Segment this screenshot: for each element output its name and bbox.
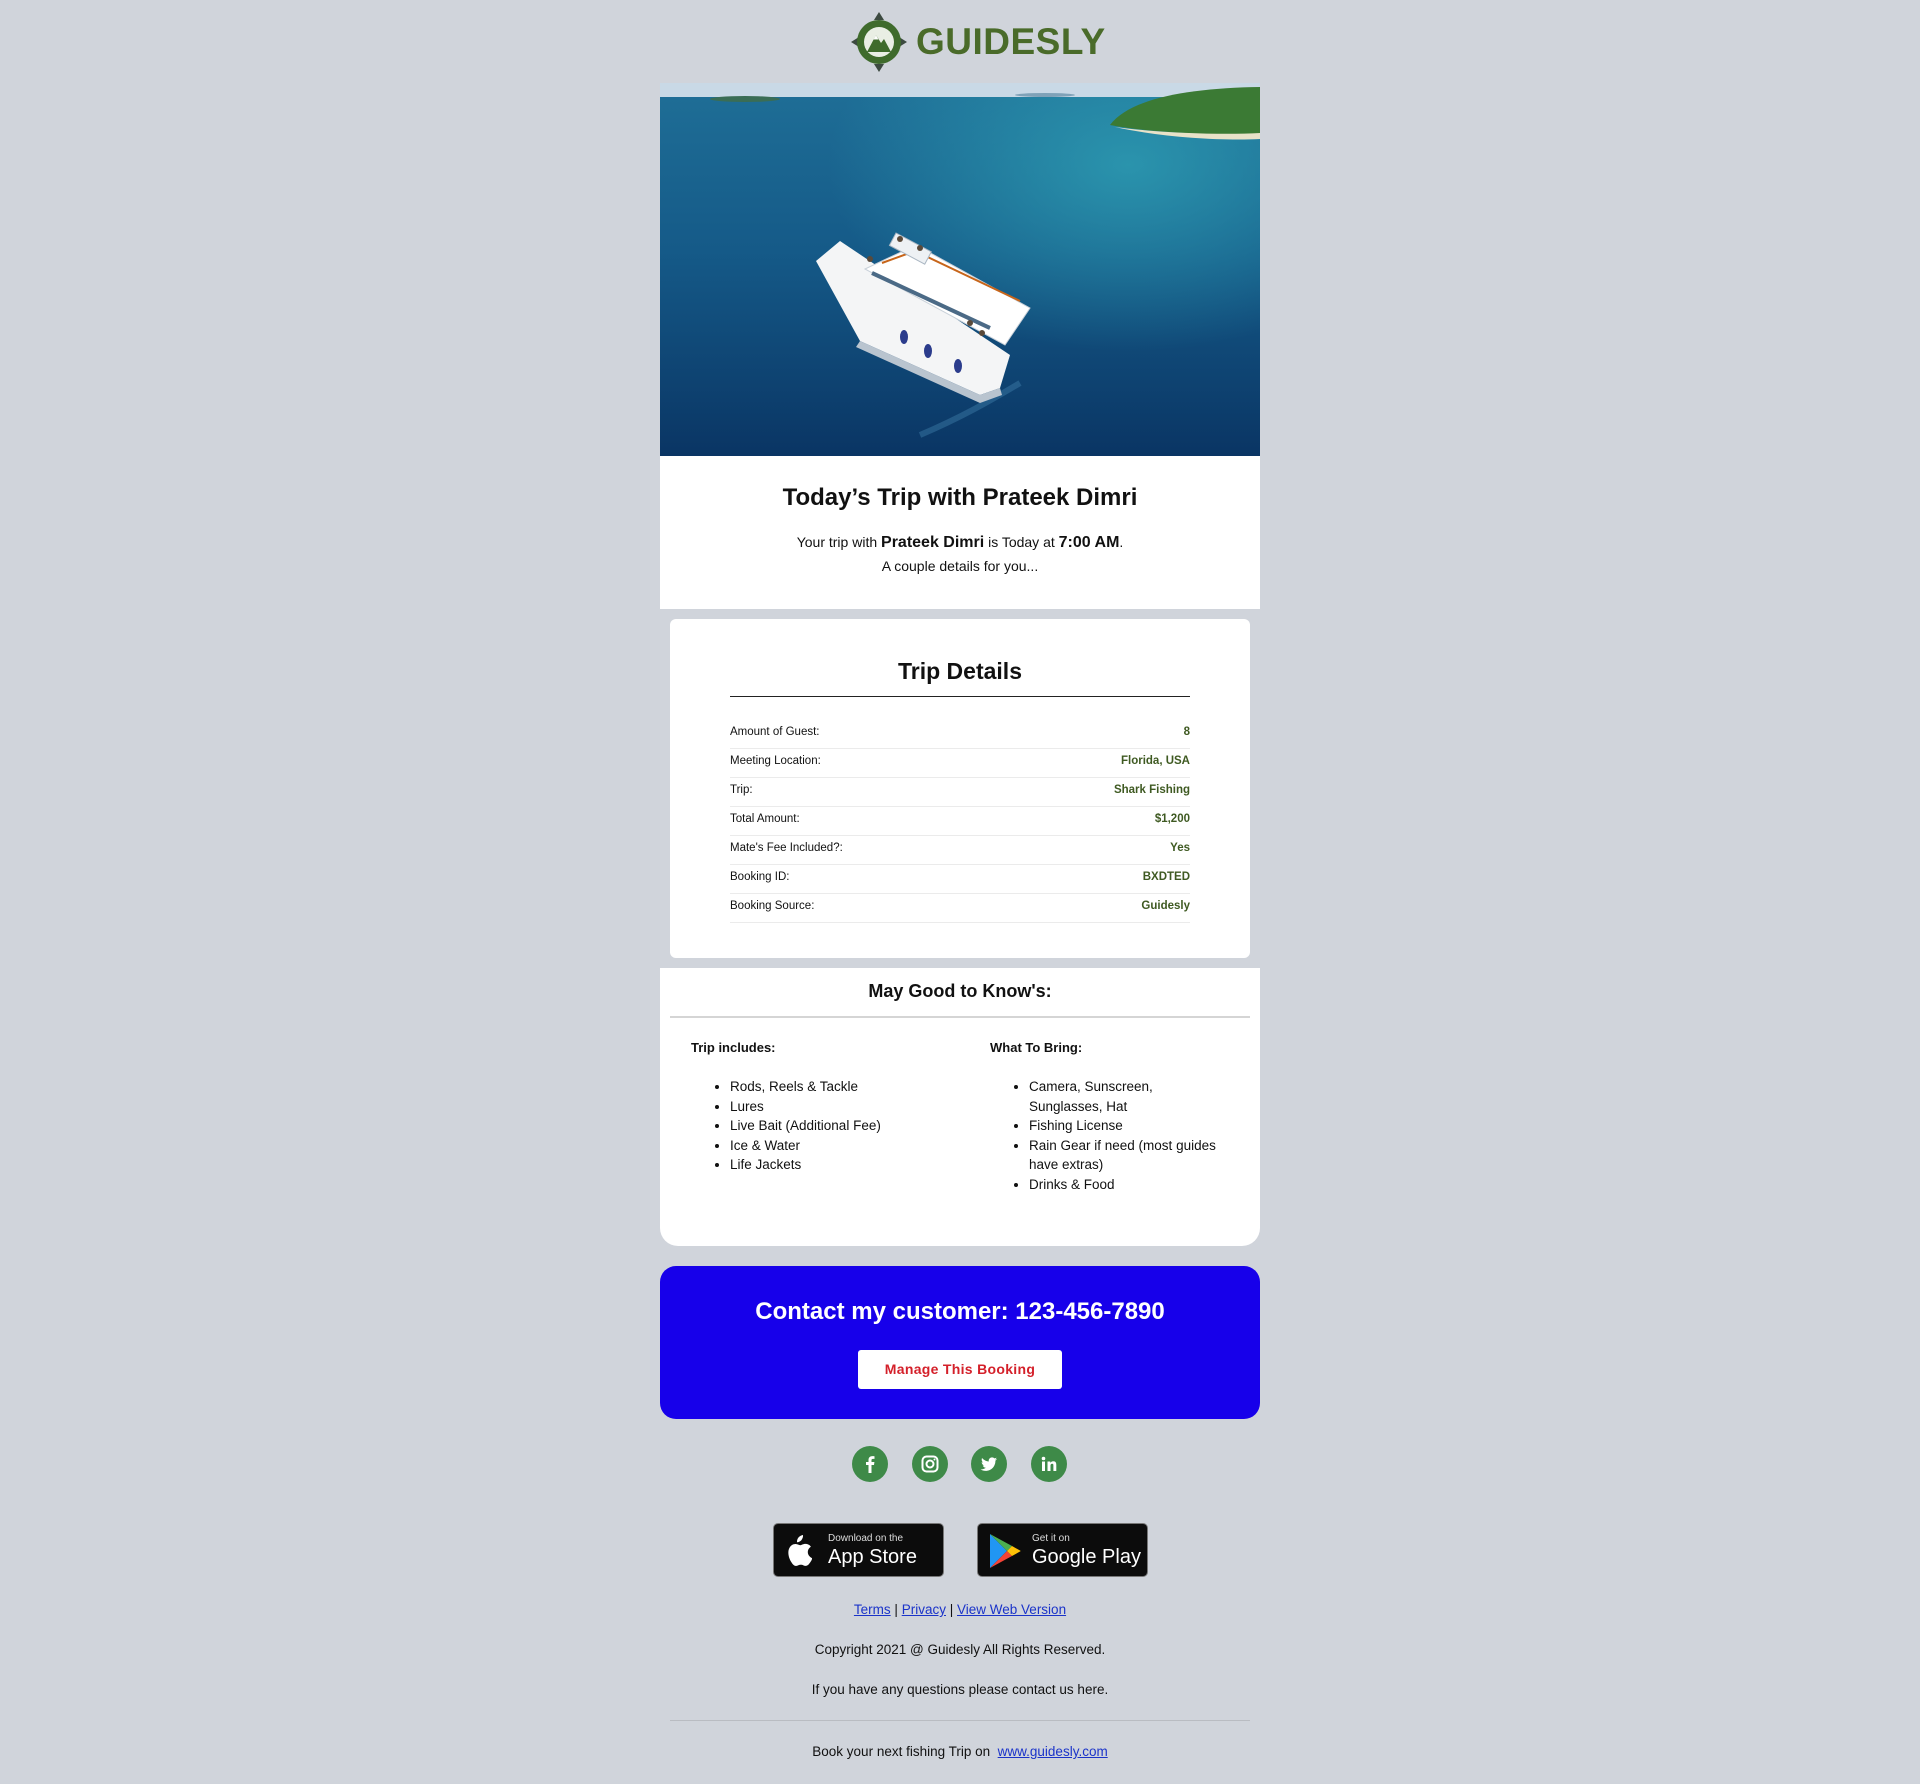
detail-label: Meeting Location: xyxy=(730,755,821,767)
good-to-know-section: May Good to Know's: Trip includes: Rods,… xyxy=(660,968,1260,1246)
detail-value: Shark Fishing xyxy=(1113,784,1190,796)
what-to-bring-column: What To Bring: Camera, Sunscreen, Sungla… xyxy=(990,1040,1230,1195)
questions-text: If you have any questions please contact… xyxy=(811,1682,1109,1697)
detail-row-guests: Amount of Guest: 8 xyxy=(730,720,1190,749)
summary-prefix: Your trip with xyxy=(796,534,882,550)
manage-booking-button[interactable]: Manage This Booking xyxy=(858,1350,1062,1389)
google-play-icon xyxy=(990,1534,1021,1568)
detail-row-trip: Trip: Shark Fishing xyxy=(730,778,1190,807)
detail-row-mate-fee: Mate's Fee Included?: Yes xyxy=(730,836,1190,865)
app-store-label: App Store xyxy=(828,1546,917,1568)
contact-phone: Contact my customer: 123-456-7890 xyxy=(755,1298,1165,1325)
brand-name: GUIDESLY xyxy=(916,21,1106,62)
copyright-text: Copyright 2021 @ Guidesly All Rights Res… xyxy=(814,1642,1106,1657)
intro-subline: A couple details for you... xyxy=(881,558,1039,574)
guide-name: Prateek Dimri xyxy=(881,534,985,551)
detail-label: Mate's Fee Included?: xyxy=(730,842,843,854)
detail-label: Amount of Guest: xyxy=(730,726,820,738)
privacy-link[interactable]: Privacy xyxy=(902,1602,946,1617)
footer-links: Terms | Privacy | View Web Version xyxy=(660,1602,1260,1617)
app-store-small-text: Download on the xyxy=(828,1533,904,1544)
book-next-trip-text: Book your next fishing Trip on xyxy=(812,1744,991,1759)
detail-label: Total Amount: xyxy=(730,813,800,825)
trip-includes-column: Trip includes: Rods, Reels & Tackle Lure… xyxy=(691,1040,931,1175)
contact-banner: Contact my customer: 123-456-7890 Manage… xyxy=(660,1266,1260,1419)
guidesly-logo[interactable]: GUIDESLY xyxy=(850,10,1106,74)
summary-suffix: . xyxy=(1119,534,1124,550)
detail-value: BXDTED xyxy=(1142,871,1190,883)
app-store-badge[interactable]: Download on the App Store xyxy=(773,1523,944,1577)
summary-middle: is Today at xyxy=(984,534,1059,550)
link-separator: | xyxy=(949,1602,954,1617)
list-item: Rods, Reels & Tackle xyxy=(730,1077,931,1097)
detail-value: Florida, USA xyxy=(1120,755,1190,767)
what-to-bring-list: Camera, Sunscreen, Sunglasses, Hat Fishi… xyxy=(990,1077,1230,1195)
apple-icon xyxy=(788,1535,812,1566)
list-item: Drinks & Food xyxy=(1029,1175,1230,1195)
detail-row-booking-source: Booking Source: Guidesly xyxy=(730,894,1190,923)
trip-title: Today’s Trip with Prateek Dimri xyxy=(782,484,1138,511)
compass-mountain-icon xyxy=(851,12,907,72)
list-item: Life Jackets xyxy=(730,1155,931,1175)
detail-value: $1,200 xyxy=(1154,813,1190,825)
linkedin-icon[interactable] xyxy=(1031,1446,1067,1482)
detail-label: Trip: xyxy=(730,784,753,796)
list-item: Live Bait (Additional Fee) xyxy=(730,1116,931,1136)
detail-row-total: Total Amount: $1,200 xyxy=(730,807,1190,836)
what-to-bring-title: What To Bring: xyxy=(990,1040,1083,1055)
view-web-version-link[interactable]: View Web Version xyxy=(957,1602,1066,1617)
divider xyxy=(730,696,1190,697)
book-next-trip: Book your next fishing Trip on www.guide… xyxy=(660,1744,1260,1759)
trip-details-list: Amount of Guest: 8 Meeting Location: Flori… xyxy=(730,720,1190,923)
link-separator: | xyxy=(894,1602,898,1617)
list-item: Ice & Water xyxy=(730,1136,931,1156)
list-item: Fishing License xyxy=(1029,1116,1230,1136)
twitter-icon[interactable] xyxy=(971,1446,1007,1482)
detail-row-location: Meeting Location: Florida, USA xyxy=(730,749,1190,778)
footer-divider xyxy=(670,1720,1250,1721)
detail-value: Guidesly xyxy=(1141,900,1190,912)
guidesly-website-link[interactable]: www.guidesly.com xyxy=(998,1744,1108,1759)
trip-includes-list: Rods, Reels & Tackle Lures Live Bait (Ad… xyxy=(691,1077,931,1175)
social-links xyxy=(660,1446,1260,1482)
google-play-label: Google Play xyxy=(1032,1546,1141,1568)
list-item: Lures xyxy=(730,1097,931,1117)
divider xyxy=(670,1016,1250,1018)
facebook-icon[interactable] xyxy=(852,1446,888,1482)
google-play-badge[interactable]: Get it on Google Play xyxy=(977,1523,1148,1577)
good-to-know-title: May Good to Know's: xyxy=(868,981,1052,1001)
detail-value: 8 xyxy=(1183,726,1190,738)
intro-section: Today’s Trip with Prateek Dimri Your tri… xyxy=(660,456,1260,609)
list-item: Camera, Sunscreen, Sunglasses, Hat xyxy=(1029,1077,1230,1116)
trip-summary: Your trip with Prateek Dimri is Today at… xyxy=(660,534,1260,552)
trip-time: 7:00 AM xyxy=(1058,534,1120,551)
list-item: Rain Gear if need (most guides have extr… xyxy=(1029,1136,1230,1175)
detail-label: Booking ID: xyxy=(730,871,790,883)
terms-link[interactable]: Terms xyxy=(854,1602,891,1617)
detail-value: Yes xyxy=(1170,842,1190,854)
detail-row-booking-id: Booking ID: BXDTED xyxy=(730,865,1190,894)
hero-image xyxy=(660,83,1260,456)
trip-details-title: Trip Details xyxy=(898,658,1022,684)
detail-label: Booking Source: xyxy=(730,900,815,912)
instagram-icon[interactable] xyxy=(912,1446,948,1482)
trip-details-card: Trip Details Amount of Guest: 8 Meeting L… xyxy=(670,619,1250,958)
trip-includes-title: Trip includes: xyxy=(691,1040,776,1055)
google-play-small-text: Get it on xyxy=(1032,1533,1070,1544)
